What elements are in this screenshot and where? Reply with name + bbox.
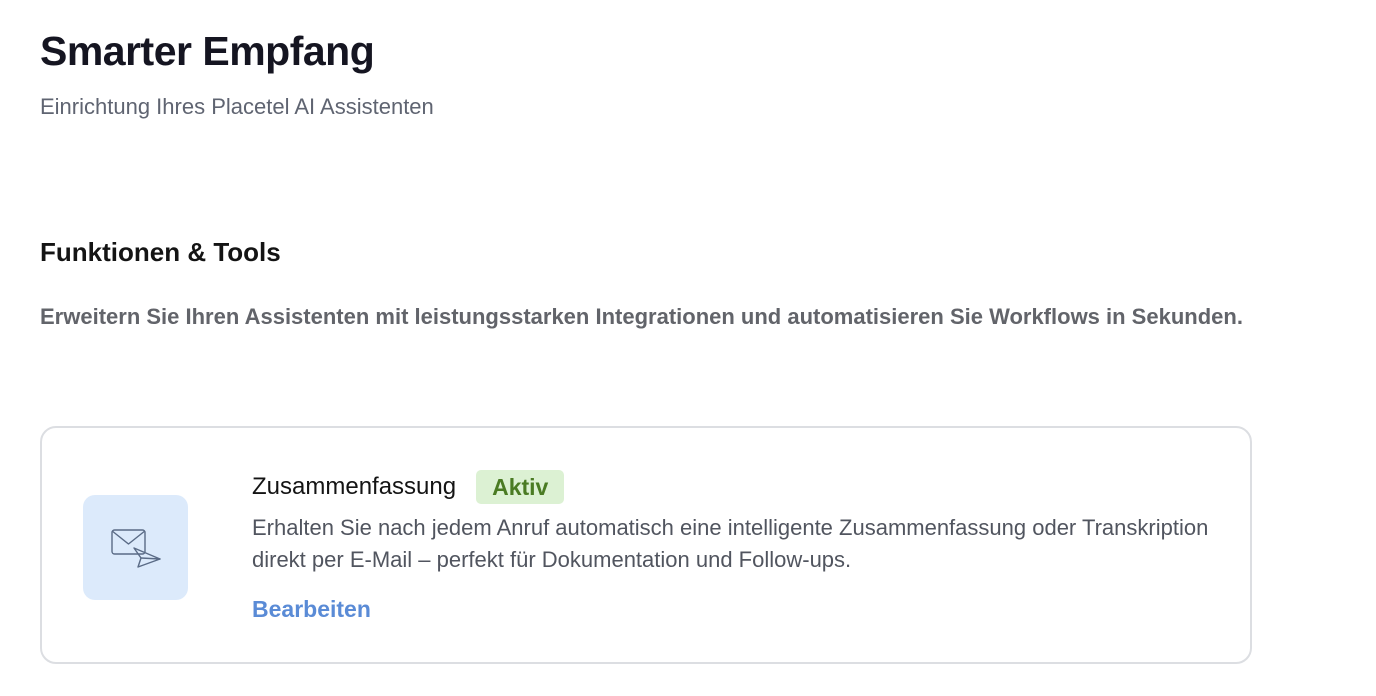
page: Smarter Empfang Einrichtung Ihres Placet… <box>0 0 1376 696</box>
feature-header: Zusammenfassung Aktiv <box>252 470 565 504</box>
status-badge: Aktiv <box>476 470 565 504</box>
feature-icon-tile <box>83 495 188 600</box>
feature-description: Erhalten Sie nach jedem Anruf automatisc… <box>252 515 1209 572</box>
feature-card-summary: Zusammenfassung Aktiv Erhalten Sie nach … <box>40 426 1252 664</box>
page-subtitle: Einrichtung Ihres Placetel AI Assistente… <box>40 94 434 119</box>
edit-link[interactable]: Bearbeiten <box>252 593 371 625</box>
feature-name: Zusammenfassung <box>252 473 457 500</box>
section-description: Erweitern Sie Ihren Assistenten mit leis… <box>40 304 1243 329</box>
mail-send-icon <box>110 528 161 568</box>
page-title: Smarter Empfang <box>40 28 375 74</box>
section-title: Funktionen & Tools <box>40 237 281 267</box>
